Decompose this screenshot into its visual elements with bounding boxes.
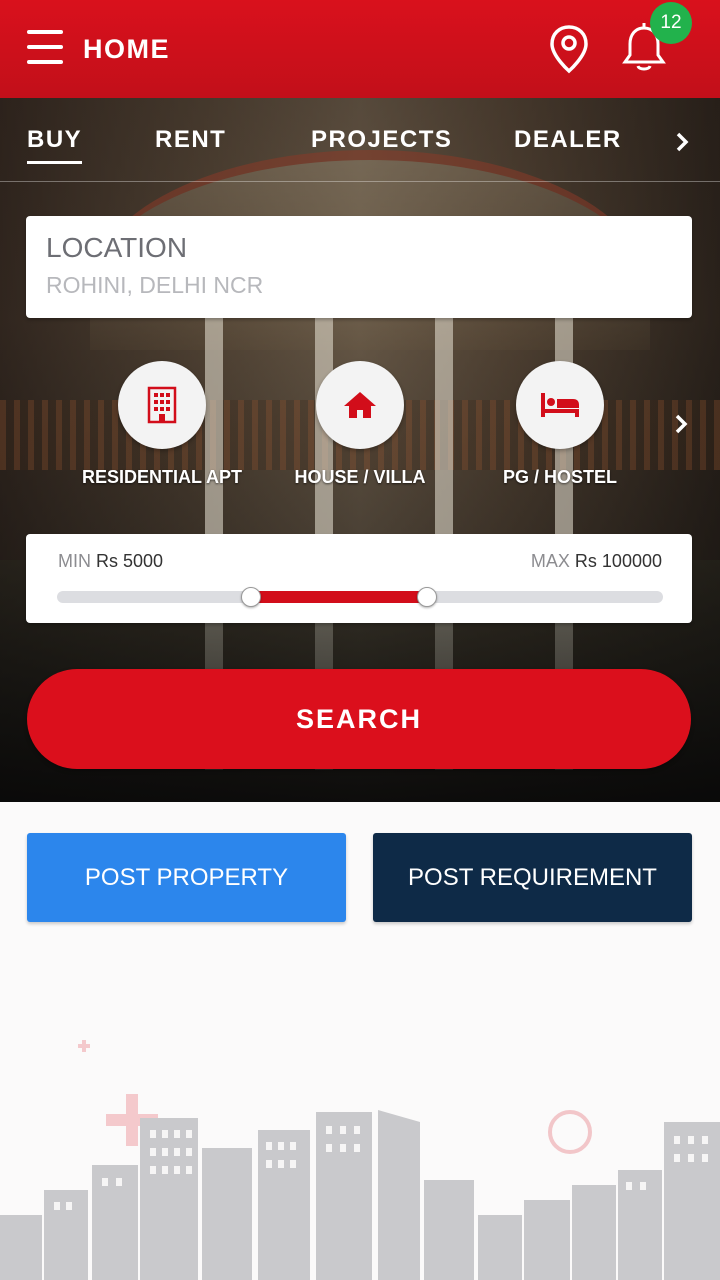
listing-type-tabs: BUY RENT PROJECTS DEALER: [0, 99, 720, 182]
tab-dealer[interactable]: DEALER: [514, 126, 622, 154]
max-price-text: MAX Rs 100000: [531, 551, 662, 572]
price-range-fill: [250, 591, 427, 603]
location-label: LOCATION: [46, 232, 188, 263]
post-property-button[interactable]: POST PROPERTY: [27, 833, 346, 922]
post-requirement-button[interactable]: POST REQUIREMENT: [373, 833, 692, 922]
category-label: HOUSE / VILLA: [294, 467, 426, 487]
location-input-card[interactable]: LOCATION ROHINI, DELHI NCR: [26, 216, 692, 318]
tab-rent[interactable]: RENT: [155, 126, 226, 154]
chevron-right-icon[interactable]: [672, 129, 692, 155]
bed-icon: [516, 361, 604, 449]
price-range-card: MIN Rs 5000 MAX Rs 100000: [26, 534, 692, 623]
house-icon: [316, 361, 404, 449]
category-label: PG / HOSTEL: [502, 467, 617, 487]
min-price-text: MIN Rs 5000: [58, 551, 163, 572]
app-header: HOME: [0, 0, 720, 98]
menu-icon[interactable]: [27, 30, 63, 64]
search-button[interactable]: SEARCH: [27, 669, 691, 769]
max-price-value: Rs 100000: [574, 551, 662, 571]
tab-projects[interactable]: PROJECTS: [311, 126, 452, 154]
location-pin-icon[interactable]: [548, 24, 590, 74]
notification-count-badge: 12: [650, 2, 692, 44]
min-price-value: Rs 5000: [96, 551, 164, 571]
max-price-handle[interactable]: [416, 587, 437, 607]
category-residential-apt[interactable]: RESIDENTIAL APT: [82, 361, 242, 488]
category-pg-hostel[interactable]: PG / HOSTEL: [480, 361, 640, 488]
min-price-handle[interactable]: [240, 587, 261, 607]
chevron-right-icon[interactable]: [672, 412, 690, 436]
page-title: HOME: [83, 34, 170, 64]
min-label: MIN: [58, 551, 91, 571]
cityscape-illustration: [0, 1040, 720, 1280]
category-house-villa[interactable]: HOUSE / VILLA: [280, 361, 440, 488]
category-label: RESIDENTIAL APT: [82, 467, 243, 487]
max-label: MAX: [530, 551, 570, 571]
building-icon: [118, 361, 206, 449]
location-input[interactable]: ROHINI, DELHI NCR: [46, 272, 263, 299]
tab-buy[interactable]: BUY: [27, 126, 83, 164]
price-range-slider[interactable]: [57, 587, 663, 607]
